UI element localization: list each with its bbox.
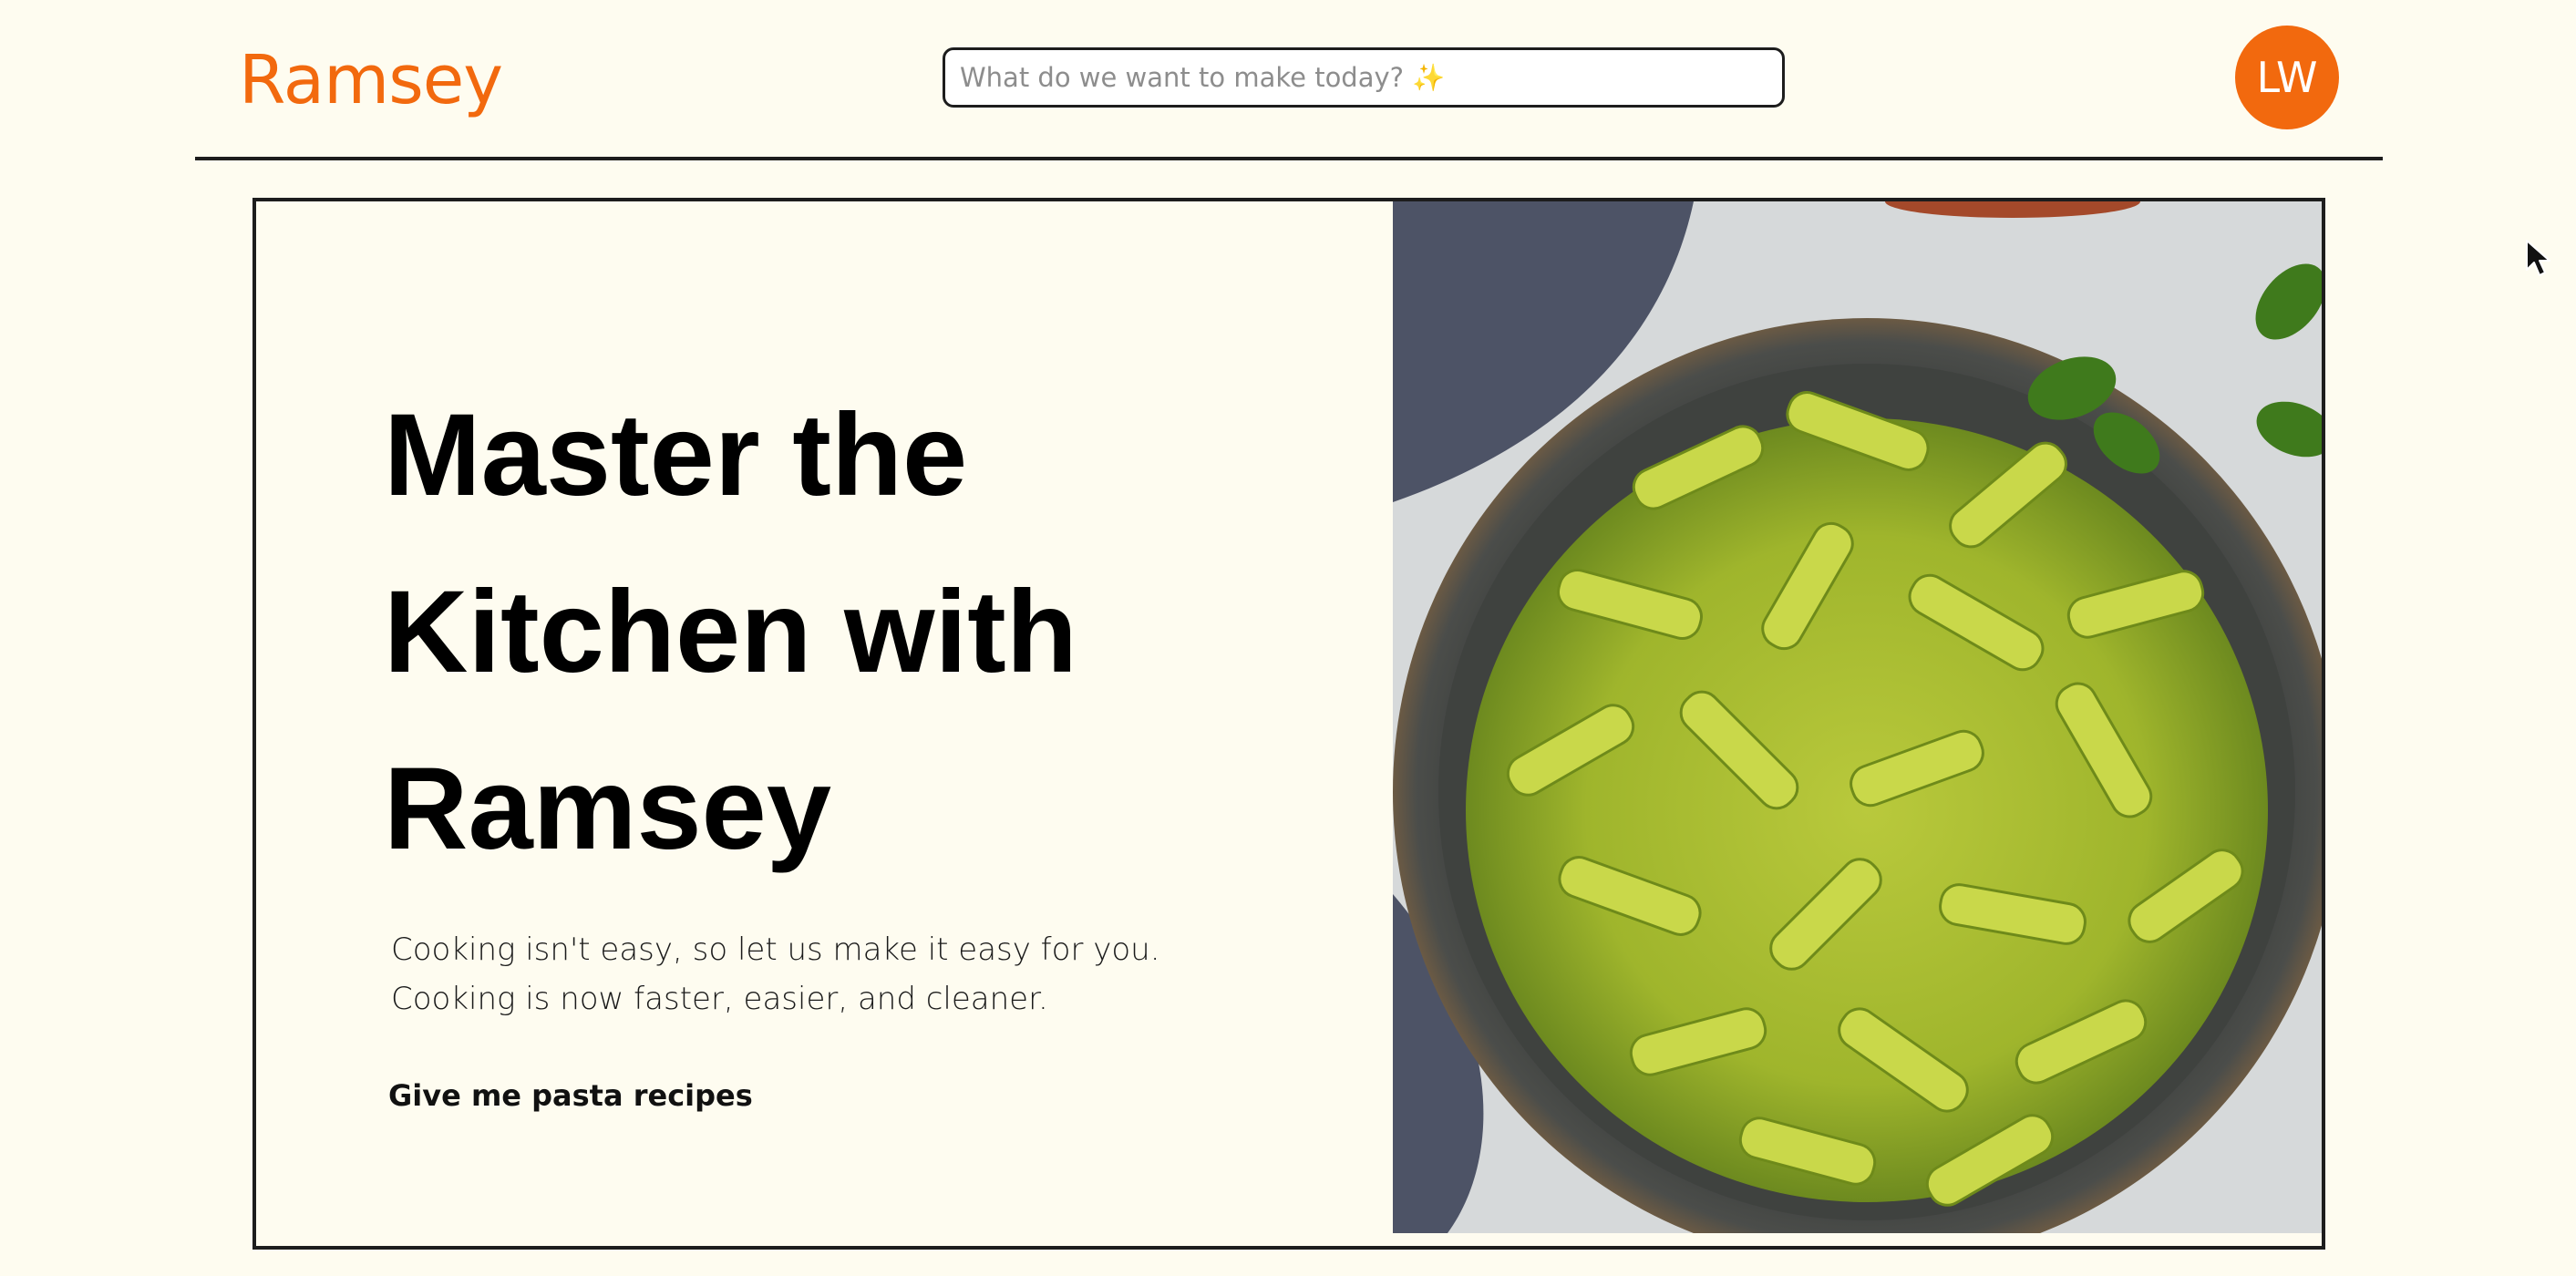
hero-title-line-2: Kitchen with bbox=[384, 567, 1077, 697]
hero-subtitle: Cooking isn't easy, so let us make it ea… bbox=[391, 925, 1303, 1024]
search-bar[interactable] bbox=[943, 47, 1785, 108]
search-input[interactable] bbox=[960, 50, 1782, 105]
ramsey-logo[interactable]: Ramsey bbox=[239, 35, 503, 126]
hero-title-line-1: Master the bbox=[384, 390, 968, 520]
hero-subtitle-line-2: Cooking is now faster, easier, and clean… bbox=[391, 981, 1048, 1017]
hero-title-line-3: Ramsey bbox=[384, 744, 831, 874]
hero-title: Master the Kitchen with Ramsey bbox=[384, 367, 1295, 898]
pesto-pasta-image bbox=[1393, 201, 2322, 1233]
header-divider bbox=[195, 157, 2383, 160]
pasta-recipes-link[interactable]: Give me pasta recipes bbox=[388, 1078, 753, 1113]
hero-subtitle-line-1: Cooking isn't easy, so let us make it ea… bbox=[391, 931, 1160, 968]
pesto-pasta-illustration bbox=[1393, 201, 2322, 1233]
user-avatar[interactable]: LW bbox=[2235, 26, 2339, 129]
hero-banner: Master the Kitchen with Ramsey Cooking i… bbox=[252, 198, 2325, 1250]
mouse-cursor-icon bbox=[2526, 240, 2550, 276]
